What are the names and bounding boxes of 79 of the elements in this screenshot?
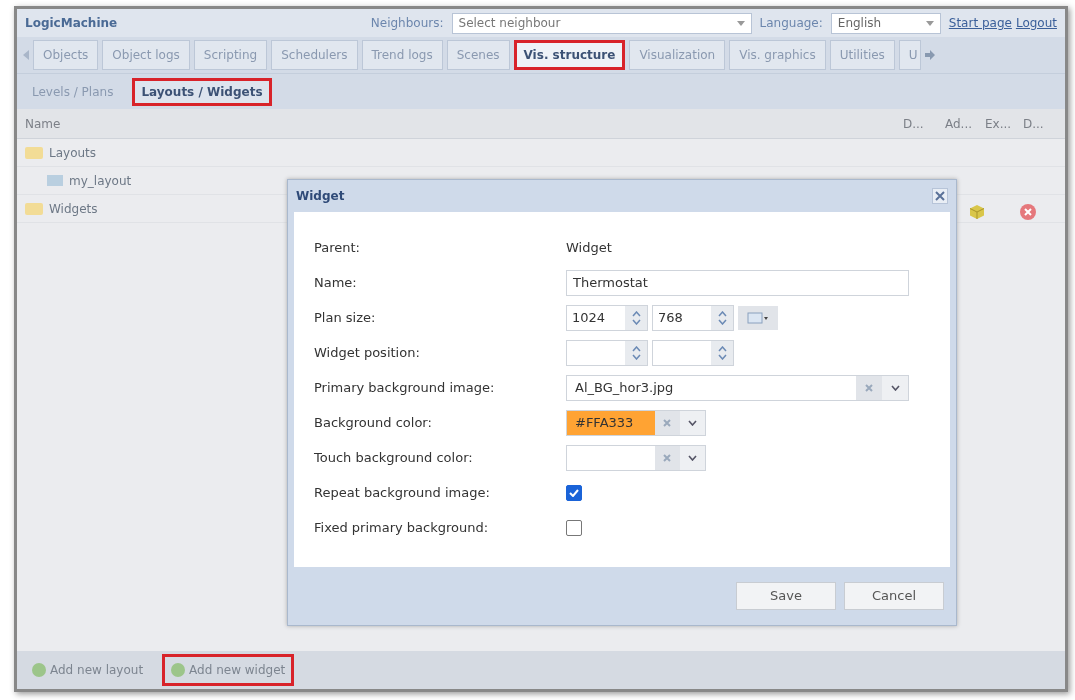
clear-icon (865, 383, 873, 392)
field-label: Repeat background image: (314, 483, 491, 502)
column-header: Ex... (984, 115, 1013, 133)
field-label: Primary background image: (314, 378, 496, 397)
clear-icon (663, 453, 672, 462)
scroll-left-icon (21, 50, 29, 60)
scroll-right-icon (924, 50, 935, 60)
neighbour-select[interactable]: Select neighbour (451, 12, 752, 34)
dropdown-icon (687, 419, 697, 426)
tree-item[interactable]: my_layout (69, 171, 132, 190)
nav-tab[interactable]: U (898, 40, 921, 70)
dropdown-icon (890, 384, 900, 391)
spinner-icon (631, 310, 641, 325)
field-value: Widget (566, 238, 612, 257)
screen-size-picker[interactable] (738, 305, 778, 330)
field-label: Name: (314, 273, 358, 292)
clear-icon (663, 418, 672, 427)
language-label: Language: (759, 15, 823, 32)
folder-icon (25, 202, 43, 215)
plus-icon (171, 663, 186, 677)
dialog-button[interactable]: Cancel (844, 582, 944, 610)
column-header: Ad... (944, 115, 974, 133)
spinner-icon (717, 310, 727, 325)
checkmark-icon (569, 488, 579, 497)
number-field[interactable]: 768 (652, 304, 734, 331)
dialog-title: Widget (296, 188, 345, 205)
dialog-button[interactable]: Save (736, 582, 836, 610)
nav-tab[interactable]: Trend logs (361, 40, 443, 70)
column-header: D... (1022, 115, 1045, 133)
nav-tab[interactable]: Visualization (629, 40, 726, 70)
plus-icon (32, 663, 46, 677)
close-icon (935, 191, 945, 201)
checkbox[interactable] (566, 484, 582, 501)
color-picker[interactable] (566, 444, 706, 471)
nav-tab[interactable]: Scenes (446, 40, 510, 70)
number-field[interactable]: 1024 (566, 304, 648, 331)
field-label: Plan size: (314, 308, 377, 327)
language-select[interactable]: English (830, 12, 941, 34)
column-header: Name (24, 115, 62, 133)
field-label: Widget position: (314, 343, 421, 362)
number-field[interactable] (566, 339, 648, 366)
nav-tab[interactable]: Objects (33, 40, 99, 70)
header-link[interactable]: Logout (1015, 14, 1057, 32)
number-field[interactable] (652, 339, 734, 366)
field-label: Fixed primary background: (314, 518, 490, 537)
close-button[interactable] (932, 188, 948, 204)
caret-icon (736, 20, 745, 26)
nav-tab[interactable]: Schedulers (271, 40, 358, 70)
app-title: LogicMachine (25, 15, 118, 32)
checkbox[interactable] (566, 519, 582, 536)
tree-item[interactable]: Widgets (49, 199, 98, 218)
neighbours-label: Neighbours: (370, 15, 444, 32)
field-label: Parent: (314, 238, 361, 257)
caret-icon (925, 20, 934, 26)
spinner-icon (717, 345, 727, 360)
image-select[interactable]: Al_BG_hor3.jpg (566, 374, 909, 401)
tree-item[interactable]: Layouts (49, 143, 97, 162)
cube-icon (969, 204, 985, 220)
nav-tab[interactable]: Scripting (193, 40, 268, 70)
sub-tab[interactable]: Layouts / Widgets (132, 77, 272, 106)
add-button[interactable]: Add new widget (162, 654, 295, 686)
column-header: D... (902, 115, 925, 133)
field-label: Background color: (314, 413, 433, 432)
text-field[interactable]: Thermostat (566, 269, 909, 296)
nav-tab[interactable]: Object logs (102, 40, 190, 70)
nav-tab[interactable]: Vis. structure (513, 40, 626, 70)
screen-icon (747, 311, 769, 324)
field-label: Touch background color: (314, 448, 474, 467)
header-link[interactable]: Start page (948, 14, 1012, 32)
add-button[interactable]: Add new layout (23, 654, 153, 686)
nav-tab[interactable]: Vis. graphics (729, 40, 826, 70)
spinner-icon (631, 345, 641, 360)
color-picker[interactable]: #FFA333 (566, 409, 706, 436)
dropdown-icon (687, 454, 697, 461)
sub-tab[interactable]: Levels / Plans (23, 77, 123, 106)
folder-icon (25, 146, 43, 159)
delete-icon (1020, 204, 1036, 220)
layout-icon (47, 175, 63, 186)
nav-tab[interactable]: Utilities (829, 40, 895, 70)
